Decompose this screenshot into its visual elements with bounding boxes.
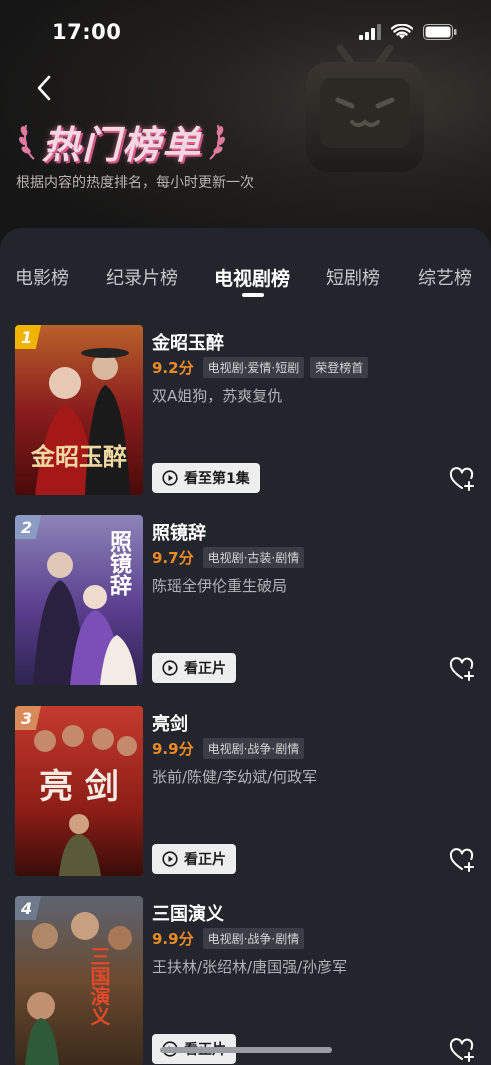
item-title-4[interactable]: 三国演义 xyxy=(152,900,224,926)
score-1: 9.2分 xyxy=(152,358,194,377)
page-subtitle: 根据内容的热度排名，每小时更新一次 xyxy=(16,175,254,191)
heart-plus-icon[interactable] xyxy=(449,657,475,683)
poster-3-text: 亮 剑 xyxy=(39,767,119,807)
watch-button-3-label: 看正片 xyxy=(184,852,226,868)
tag-1-top: 荣登榜首 xyxy=(310,356,369,378)
tab-short-drama[interactable]: 短剧榜 xyxy=(326,264,380,290)
watch-button-3[interactable]: 看正片 xyxy=(152,844,236,874)
desc-3: 张前/陈健/李幼斌/何政军 xyxy=(152,768,318,786)
tag-1-genre: 电视剧·爱情·短剧 xyxy=(202,356,305,378)
heart-plus-icon[interactable] xyxy=(449,467,475,493)
tag-2-genre: 电视剧·古装·剧情 xyxy=(202,546,305,568)
meta-row-4: 9.9分 电视剧·战争·剧情 xyxy=(152,927,305,949)
watch-button-2-label: 看正片 xyxy=(184,661,226,677)
ranking-item-2[interactable]: 照镜辞 2 照镜辞 9.7分 电视剧·古装·剧情 陈瑶全伊伦重生破局 看正片 xyxy=(0,515,491,685)
page-title: 热门榜单 xyxy=(42,121,203,167)
poster-2[interactable]: 照镜辞 2 xyxy=(15,515,143,685)
desc-2: 陈瑶全伊伦重生破局 xyxy=(152,577,288,595)
watch-button-2[interactable]: 看正片 xyxy=(152,653,236,683)
heart-plus-icon[interactable] xyxy=(449,848,475,874)
item-title-1[interactable]: 金昭玉醉 xyxy=(152,329,224,355)
ranking-item-1[interactable]: 金昭玉醉 1 金昭玉醉 9.2分 电视剧·爱情·短剧 荣登榜首 双A姐狗，苏爽复… xyxy=(0,325,491,495)
tag-3-genre: 电视剧·战争·剧情 xyxy=(202,737,305,759)
signal-icon xyxy=(359,24,381,40)
poster-1[interactable]: 金昭玉醉 1 xyxy=(15,325,143,495)
category-tabs: 电影榜 纪录片榜 电视剧榜 短剧榜 综艺榜 xyxy=(0,264,491,304)
tab-documentary[interactable]: 纪录片榜 xyxy=(106,264,178,290)
poster-3[interactable]: 亮 剑 3 xyxy=(15,706,143,876)
status-bar: 17:00 xyxy=(0,0,491,64)
play-circle-icon xyxy=(162,470,178,486)
back-icon xyxy=(37,75,51,101)
poster-image-2: 照镜辞 xyxy=(15,515,143,685)
watch-button-1-label: 看至第1集 xyxy=(184,471,250,487)
poster-image-3: 亮 剑 xyxy=(15,706,143,876)
play-circle-icon xyxy=(162,660,178,676)
poster-image-1: 金昭玉醉 xyxy=(15,325,143,495)
battery-icon xyxy=(423,24,457,40)
poster-2-text: 照镜辞 xyxy=(106,530,132,596)
laurel-right-icon xyxy=(209,124,225,160)
meta-row-2: 9.7分 电视剧·古装·剧情 xyxy=(152,546,305,568)
poster-1-text: 金昭玉醉 xyxy=(30,442,127,471)
tab-tv-series[interactable]: 电视剧榜 xyxy=(214,264,290,291)
tab-variety[interactable]: 综艺榜 xyxy=(418,264,472,290)
poster-4-text: 三国演义 xyxy=(87,946,111,1026)
play-circle-icon xyxy=(162,851,178,867)
wifi-icon xyxy=(391,24,413,39)
item-title-2[interactable]: 照镜辞 xyxy=(152,519,206,545)
back-button[interactable] xyxy=(28,70,60,106)
status-icons xyxy=(359,24,457,40)
item-title-3[interactable]: 亮剑 xyxy=(152,710,188,736)
laurel-left-icon xyxy=(19,124,35,160)
score-2: 9.7分 xyxy=(152,548,194,567)
poster-image-4: 三国演义 xyxy=(15,896,143,1065)
active-tab-indicator xyxy=(242,293,264,297)
tab-movies[interactable]: 电影榜 xyxy=(15,264,69,290)
tag-4-genre: 电视剧·战争·剧情 xyxy=(202,927,305,949)
desc-1: 双A姐狗，苏爽复仇 xyxy=(152,387,283,405)
status-time: 17:00 xyxy=(52,20,122,44)
page-title-wrap: 热门榜单 xyxy=(14,112,230,170)
ranking-item-4[interactable]: 三国演义 4 三国演义 9.9分 电视剧·战争·剧情 王扶林/张绍林/唐国强/孙… xyxy=(0,896,491,1065)
heart-plus-icon[interactable] xyxy=(449,1038,475,1064)
poster-4[interactable]: 三国演义 4 xyxy=(15,896,143,1065)
meta-row-3: 9.9分 电视剧·战争·剧情 xyxy=(152,737,305,759)
desc-4: 王扶林/张绍林/唐国强/孙彦军 xyxy=(152,958,348,976)
score-3: 9.9分 xyxy=(152,739,194,758)
ranking-item-3[interactable]: 亮 剑 3 亮剑 9.9分 电视剧·战争·剧情 张前/陈健/李幼斌/何政军 看正… xyxy=(0,706,491,876)
home-indicator[interactable] xyxy=(160,1047,332,1053)
meta-row-1: 9.2分 电视剧·爱情·短剧 荣登榜首 xyxy=(152,356,369,378)
watch-button-1[interactable]: 看至第1集 xyxy=(152,463,260,493)
score-4: 9.9分 xyxy=(152,929,194,948)
